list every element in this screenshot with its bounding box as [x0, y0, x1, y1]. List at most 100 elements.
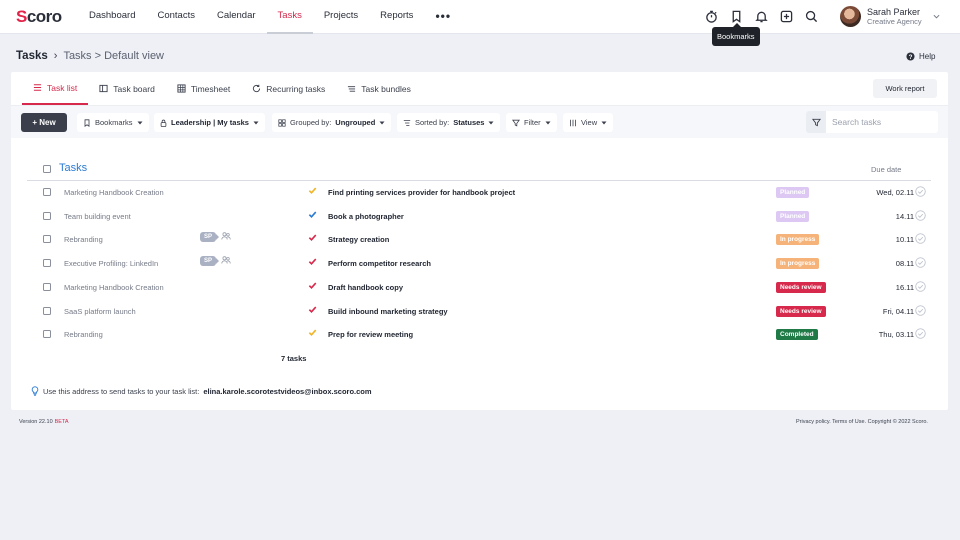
complete-task-icon[interactable]	[915, 233, 926, 245]
table-row[interactable]: Rebranding Prep for review meeting Complet…	[27, 323, 931, 346]
status-badge[interactable]: In progress	[776, 234, 820, 246]
work-report-button[interactable]: Work report	[873, 79, 937, 98]
complete-task-icon[interactable]	[915, 257, 926, 268]
breadcrumb-path[interactable]: Tasks > Default view	[63, 50, 164, 62]
new-task-button[interactable]: + New	[21, 113, 67, 132]
tab-recurring-tasks[interactable]: Recurring tasks	[241, 72, 336, 105]
caret-down-icon	[545, 121, 551, 124]
row-checkbox[interactable]	[43, 259, 51, 268]
bookmarks-label: Bookmarks	[95, 118, 133, 127]
task-name[interactable]: Find printing services provider for hand…	[328, 188, 515, 197]
filter-dropdown[interactable]: Filter	[506, 113, 557, 132]
task-name[interactable]: Perform competitor research	[328, 259, 431, 268]
nav-contacts[interactable]: Contacts	[146, 0, 206, 34]
status-badge[interactable]: Completed	[776, 329, 818, 341]
tab-task-board[interactable]: Task board	[88, 72, 166, 105]
nav-projects[interactable]: Projects	[313, 0, 369, 34]
row-checkbox[interactable]	[43, 211, 51, 220]
complete-task-icon[interactable]	[915, 186, 926, 197]
stopwatch-icon[interactable]	[703, 8, 720, 25]
complete-task-icon[interactable]	[915, 281, 926, 292]
caret-down-icon	[137, 121, 143, 124]
nav-reports[interactable]: Reports	[369, 0, 424, 34]
email-hint-address[interactable]: elina.karole.scorotestvideos@inbox.scoro…	[203, 387, 371, 396]
sort-by-dropdown[interactable]: Sorted by: Statuses	[397, 113, 501, 132]
task-name[interactable]: Book a photographer	[328, 212, 404, 221]
columns-icon	[570, 119, 576, 126]
tab-timesheet[interactable]: Timesheet	[166, 72, 241, 105]
more-menu-icon[interactable]: •••	[424, 0, 462, 34]
task-name[interactable]: Strategy creation	[328, 235, 389, 244]
project-name[interactable]: Marketing Handbook Creation	[64, 283, 164, 292]
chevron-down-icon	[933, 14, 940, 19]
bookmarks-dropdown[interactable]: Bookmarks	[77, 113, 149, 132]
table-row[interactable]: Team building event Book a photographer Pl…	[27, 205, 931, 228]
nav-calendar[interactable]: Calendar	[206, 0, 267, 34]
recurring-icon	[253, 84, 261, 93]
complete-task-icon[interactable]	[915, 328, 926, 339]
row-checkbox[interactable]	[43, 188, 51, 196]
svg-text:?: ?	[909, 54, 913, 61]
table-row[interactable]: Marketing Handbook Creation Draft handboo…	[27, 276, 931, 299]
advanced-filter-button[interactable]	[806, 111, 826, 133]
table-row[interactable]: Executive Profiling: LinkedIn SP Perform c…	[27, 252, 931, 275]
search-tasks-input[interactable]	[828, 111, 934, 133]
due-date-header[interactable]: Due date	[871, 165, 901, 174]
row-checkbox[interactable]	[43, 306, 51, 315]
help-icon: ?	[906, 52, 915, 61]
add-new-icon[interactable]	[778, 8, 795, 25]
nav-tasks[interactable]: Tasks	[266, 0, 313, 34]
caret-down-icon	[253, 121, 259, 124]
status-badge[interactable]: Needs review	[776, 305, 826, 317]
group-by-label: Grouped by:	[290, 118, 332, 127]
sort-by-value: Statuses	[453, 118, 485, 127]
status-badge[interactable]: In progress	[776, 258, 820, 270]
lock-icon	[160, 119, 167, 127]
row-checkbox[interactable]	[43, 235, 51, 244]
people-icon	[221, 256, 231, 264]
due-date: 08.11	[895, 259, 914, 269]
scoro-logo[interactable]: Scoro	[16, 7, 62, 27]
beta-badge: BETA	[54, 419, 69, 425]
saved-view-dropdown[interactable]: Leadership | My tasks	[154, 113, 265, 132]
sort-icon	[403, 119, 411, 126]
table-row[interactable]: Marketing Handbook Creation Find printing…	[27, 181, 931, 204]
project-name[interactable]: Executive Profiling: LinkedIn	[64, 259, 158, 268]
status-badge[interactable]: Needs review	[776, 281, 826, 293]
nav-dashboard[interactable]: Dashboard	[78, 0, 146, 34]
complete-task-icon[interactable]	[915, 210, 926, 221]
bookmark-icon	[84, 118, 90, 127]
view-dropdown[interactable]: View	[563, 113, 614, 132]
project-name[interactable]: Marketing Handbook Creation	[64, 188, 164, 197]
legal-links[interactable]: Privacy policy. Terms of Use. Copyright …	[796, 419, 928, 425]
row-checkbox[interactable]	[43, 330, 51, 339]
group-by-dropdown[interactable]: Grouped by: Ungrouped	[272, 113, 392, 132]
project-name[interactable]: Rebranding	[64, 235, 103, 244]
table-row[interactable]: Rebranding SP Strategy creation In progress…	[27, 228, 931, 251]
tab-task-bundles[interactable]: Task bundles	[336, 72, 422, 105]
user-menu[interactable]: Sarah Parker Creative Agency	[838, 3, 948, 30]
bell-icon[interactable]	[753, 8, 770, 25]
sort-by-label: Sorted by:	[415, 118, 450, 127]
table-row[interactable]: SaaS platform launch Build inbound market…	[27, 300, 931, 323]
row-checkbox[interactable]	[43, 282, 51, 291]
caret-down-icon	[601, 121, 607, 124]
help-link[interactable]: ? Help	[906, 52, 935, 61]
saved-view-label: Leadership | My tasks	[171, 118, 249, 127]
table-header: Tasks Due date	[27, 158, 931, 181]
task-name[interactable]: Prep for review meeting	[328, 330, 413, 339]
filter-label: Filter	[524, 118, 541, 127]
project-name[interactable]: Rebranding	[64, 330, 103, 339]
priority-check-icon	[308, 211, 317, 218]
select-all-checkbox[interactable]	[43, 165, 51, 173]
status-badge[interactable]: Planned	[776, 210, 810, 222]
project-name[interactable]: SaaS platform launch	[64, 307, 136, 316]
complete-task-icon[interactable]	[915, 304, 926, 316]
task-name[interactable]: Build inbound marketing strategy	[328, 307, 448, 316]
status-badge[interactable]: Planned	[776, 187, 810, 198]
tab-task-list[interactable]: Task list	[22, 72, 89, 105]
project-name[interactable]: Team building event	[64, 212, 131, 221]
help-label: Help	[919, 52, 936, 61]
search-icon[interactable]	[803, 8, 820, 25]
task-name[interactable]: Draft handbook copy	[328, 283, 403, 292]
